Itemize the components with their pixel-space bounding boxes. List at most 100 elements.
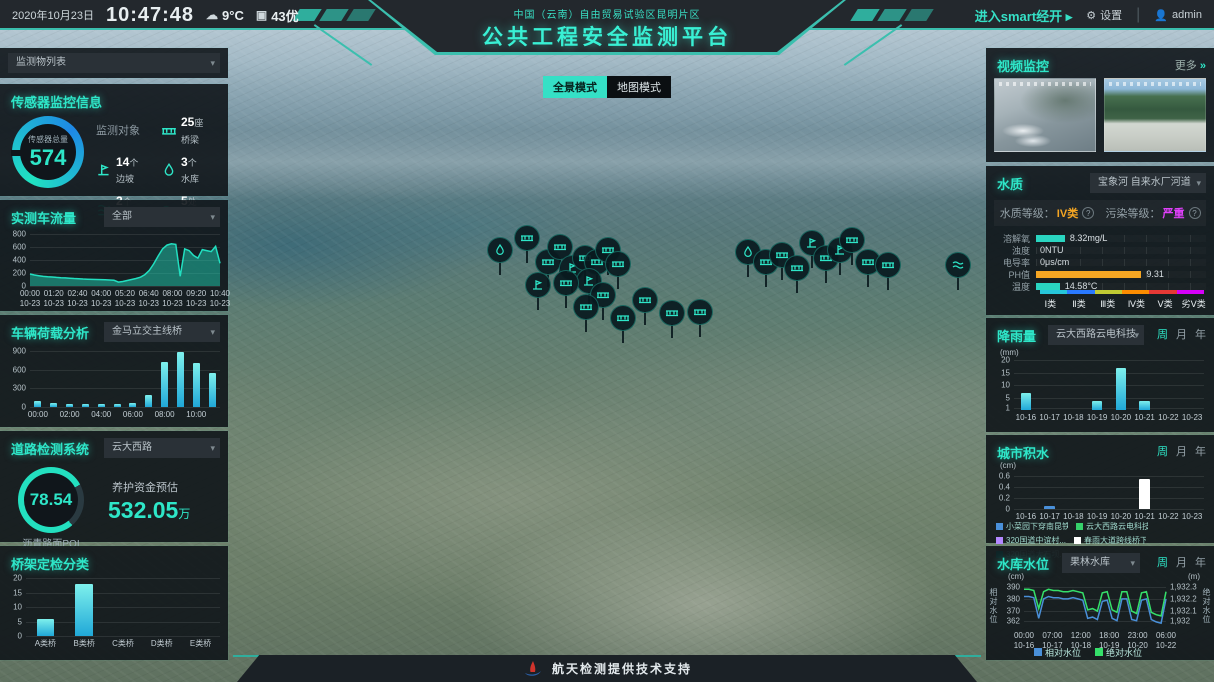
- gridline: [30, 286, 220, 287]
- gridline: [1014, 476, 1204, 477]
- x-tick-label: 02:4010-23: [67, 289, 87, 309]
- bar: [1139, 479, 1150, 509]
- reservoir-unit-right: (m): [1188, 572, 1200, 581]
- water-quality-dropdown[interactable]: 宝象河 自来水厂河道: [1090, 173, 1206, 193]
- gridline: [26, 593, 220, 594]
- bridge-panel-title: 桥架定检分类: [11, 554, 89, 573]
- marker-stem: [622, 329, 624, 343]
- monitored-object-item: 14个 边坡: [96, 154, 157, 188]
- legend-item[interactable]: 绝对水位: [1095, 646, 1142, 659]
- header-separator: |: [1136, 6, 1140, 24]
- marker-stem: [781, 266, 783, 280]
- y-tick-label: 390: [1007, 582, 1020, 591]
- help-icon[interactable]: ?: [1189, 207, 1201, 219]
- smart-portal-link[interactable]: 进入smart经开 ▸: [975, 6, 1073, 25]
- water-quality-badges: 水质等级： IV类 ? 污染等级： 严重 ?: [994, 200, 1206, 226]
- pollution-level-value: 严重: [1163, 205, 1185, 221]
- gridline: [1014, 509, 1204, 510]
- marker-stem: [699, 323, 701, 337]
- aerospace-logo-icon: [522, 660, 544, 678]
- y-tick-label: 370: [1007, 607, 1020, 616]
- y-tick-label: 600: [13, 365, 26, 374]
- period-tab-周[interactable]: 周: [1157, 443, 1168, 459]
- gridline: [1014, 360, 1204, 361]
- load-panel-title: 车辆荷载分析: [11, 323, 89, 342]
- marker-stem: [617, 275, 619, 289]
- water-class-label: Ⅴ类: [1151, 297, 1180, 310]
- water-class-scale-labels: Ⅰ类Ⅱ类Ⅲ类Ⅳ类Ⅴ类劣Ⅴ类: [1036, 297, 1208, 310]
- monitored-object-item: 3个 水库: [161, 154, 222, 188]
- bridge-class-chart: 05101520A类桥B类桥C类桥D类桥E类桥: [26, 578, 220, 636]
- period-tab-年[interactable]: 年: [1195, 443, 1206, 459]
- period-tab-月[interactable]: 月: [1176, 443, 1187, 459]
- rainfall-title: 降雨量: [997, 326, 1036, 345]
- period-tab-年[interactable]: 年: [1195, 554, 1206, 570]
- user-account-button[interactable]: 👤 admin: [1154, 9, 1202, 22]
- settings-button[interactable]: ⚙ 设置: [1086, 7, 1122, 23]
- y-tick-label: 20: [1001, 356, 1010, 365]
- legend-item[interactable]: 云大西路云电科技...: [1076, 521, 1148, 532]
- monitor-list-dropdown[interactable]: 监测物列表: [8, 53, 220, 73]
- marker-stem: [867, 273, 869, 287]
- water-quality-title: 水质: [997, 174, 1023, 193]
- y-tick-label: 600: [13, 243, 26, 252]
- traffic-filter-dropdown[interactable]: 全部: [104, 207, 220, 227]
- metric-value: 9.31: [1146, 269, 1164, 279]
- bar: [34, 401, 41, 407]
- x-tick-label: 10-18: [1063, 413, 1083, 423]
- object-name: 桥梁: [181, 135, 199, 145]
- y-tick-label: 15: [13, 588, 22, 597]
- water-class-label: Ⅱ类: [1065, 297, 1094, 310]
- monitor-list-panel: 监测物列表: [0, 48, 228, 78]
- rainfall-dropdown[interactable]: 云大西路云电科技: [1048, 325, 1144, 345]
- current-time: 10:47:48: [106, 4, 194, 27]
- period-tab-年[interactable]: 年: [1195, 326, 1206, 342]
- video-panel-title: 视频监控: [997, 56, 1049, 75]
- monitored-object-item: 25座 桥梁: [161, 114, 222, 148]
- water-class-label: 劣Ⅴ类: [1179, 297, 1208, 310]
- period-tab-月[interactable]: 月: [1176, 326, 1187, 342]
- period-tab-月[interactable]: 月: [1176, 554, 1187, 570]
- period-tab-周[interactable]: 周: [1157, 326, 1168, 342]
- video-feed-2[interactable]: [1104, 78, 1206, 152]
- metric-track: 9.31: [1036, 271, 1206, 278]
- y-tick-label: 800: [13, 230, 26, 239]
- map-mode-button[interactable]: 地图模式: [607, 76, 671, 98]
- x-tick-label: 10:00: [186, 410, 206, 420]
- marker-stem: [644, 311, 646, 325]
- object-count: 14个: [116, 155, 138, 169]
- legend-item[interactable]: 相对水位: [1034, 646, 1081, 659]
- video-more-link[interactable]: 更多 »: [1175, 57, 1206, 73]
- y-tick-label: 0: [22, 403, 26, 412]
- y-tick-label: 0: [18, 632, 22, 641]
- air-quality-icon: ▣: [256, 8, 267, 22]
- x-tick-label: 00:0010-23: [20, 289, 40, 309]
- x-tick-label: 08:00: [155, 410, 175, 420]
- traffic-flow-panel: 实测车流量 全部 020040060080000:0010-2301:2010-…: [0, 200, 228, 311]
- road-panel-title: 道路检测系统: [11, 439, 89, 458]
- load-bridge-dropdown[interactable]: 金马立交主线桥: [104, 322, 220, 342]
- x-tick-label: 10:4010-23: [210, 289, 230, 309]
- panorama-mode-button[interactable]: 全景模式: [543, 76, 607, 98]
- gridline: [30, 370, 220, 371]
- y-tick-label: 0.2: [999, 493, 1010, 502]
- road-dropdown[interactable]: 云大西路: [104, 438, 220, 458]
- y-tick-label-right: 1,932.1: [1170, 607, 1197, 616]
- bridge-icon: [693, 305, 707, 319]
- marker-stem: [851, 251, 853, 265]
- x-tick-label: 00:00: [28, 410, 48, 420]
- current-date: 2020年10月23日: [12, 7, 94, 23]
- bar: [145, 395, 152, 407]
- legend-item[interactable]: 小菜园下穿南昆铁...: [996, 521, 1068, 532]
- bridge-icon: [553, 240, 567, 254]
- reservoir-dropdown[interactable]: 果林水库: [1062, 553, 1140, 573]
- bridge-icon: [596, 288, 610, 302]
- footer: 航天检测提供技术支持: [237, 655, 977, 682]
- video-feed-1[interactable]: [994, 78, 1096, 152]
- legend-item[interactable]: 春雨大道跨线桥下穿...: [1074, 535, 1146, 546]
- legend-item[interactable]: 320国道中谊村...: [996, 535, 1066, 546]
- help-icon[interactable]: ?: [1082, 207, 1094, 219]
- water-grade-value: IV类: [1057, 205, 1078, 221]
- x-tick-label: 10-21: [1134, 413, 1154, 423]
- period-tab-周[interactable]: 周: [1157, 554, 1168, 570]
